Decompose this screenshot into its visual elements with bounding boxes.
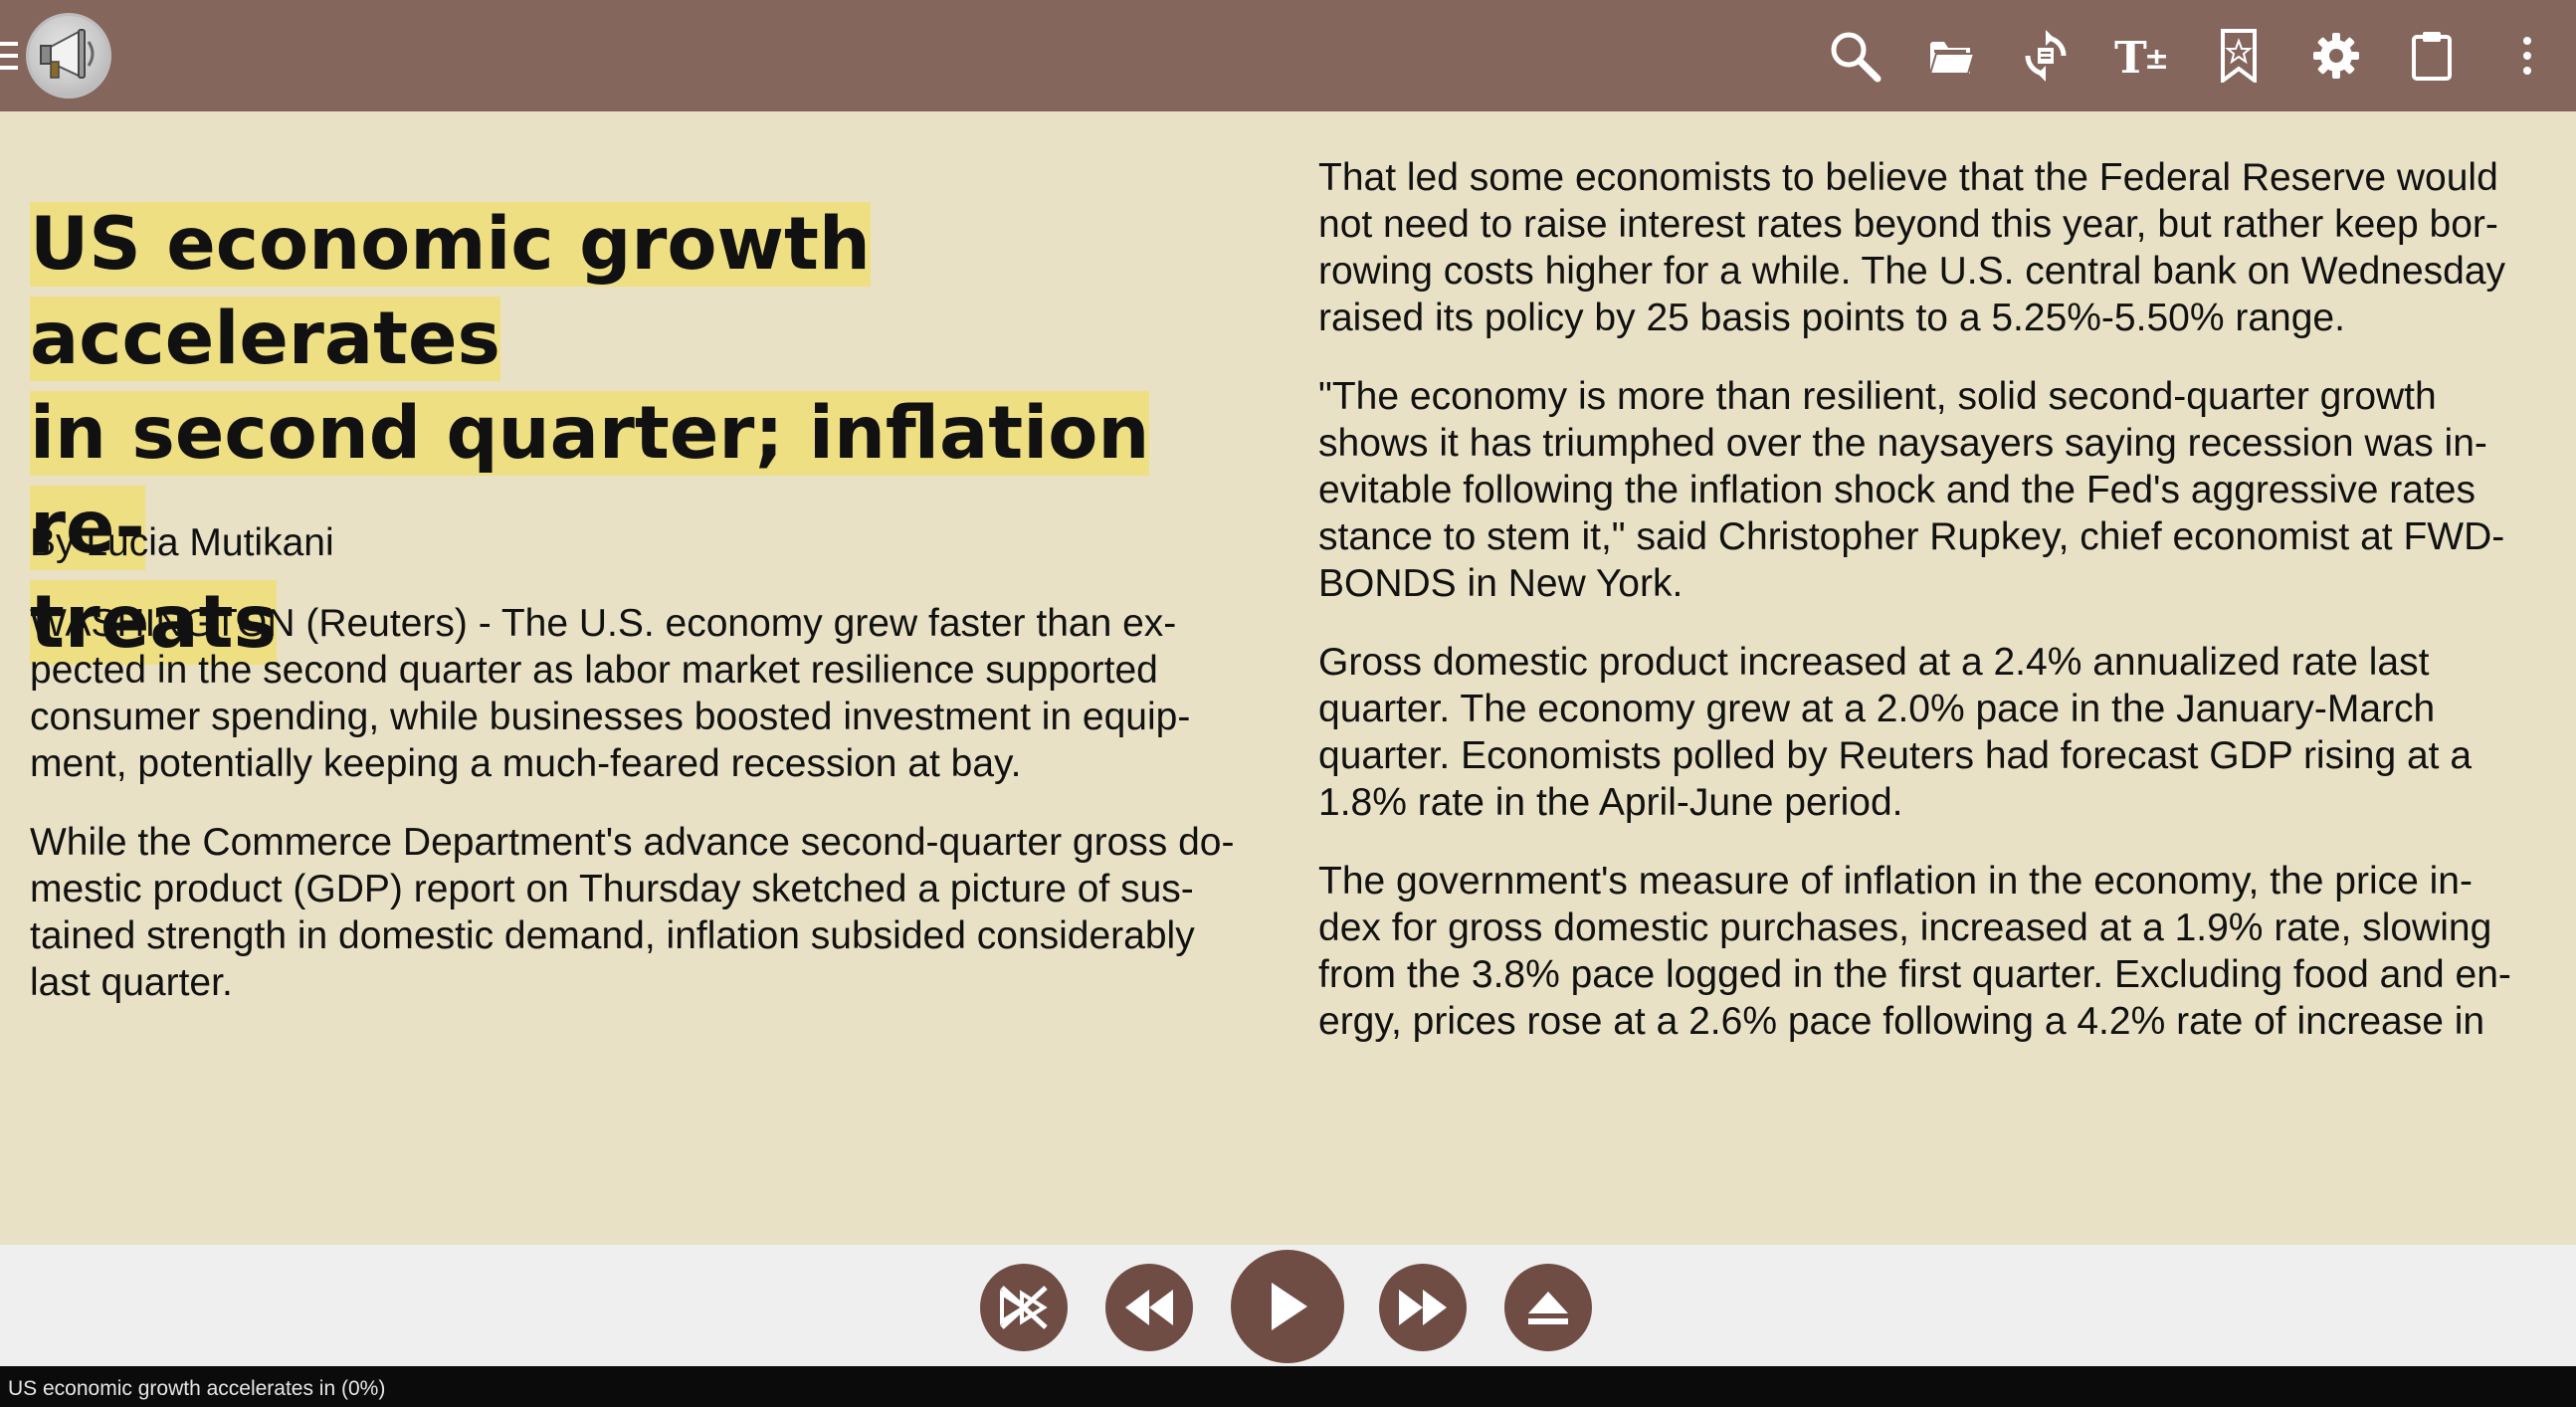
fast-forward-icon[interactable] (1379, 1264, 1467, 1351)
paragraph: The government's measure of inflation in… (1318, 858, 2511, 1045)
text-line: That led some economists to believe that… (1318, 156, 2498, 199)
paragraph: "The economy is more than resilient, sol… (1318, 373, 2504, 607)
text-line: rowing costs higher for a while. The U.S… (1318, 250, 2506, 293)
text-line: dex for gross domestic purchases, increa… (1318, 906, 2492, 949)
svg-text:T: T (2114, 33, 2147, 79)
search-icon[interactable] (1825, 26, 1884, 86)
paragraph: While the Commerce Department's advance … (30, 819, 1235, 1006)
text-line: shows it has triumphed over the naysayer… (1318, 422, 2487, 465)
more-vert-icon[interactable] (2497, 26, 2557, 86)
sync-icon[interactable] (2016, 26, 2076, 86)
text-line: not need to raise interest rates beyond … (1318, 203, 2498, 246)
text-line: 1.8% rate in the April-June period. (1318, 781, 1903, 824)
text-line: Gross domestic product increased at a 2.… (1318, 641, 2430, 684)
text-line: ment, potentially keeping a much-feared … (30, 742, 1022, 785)
text-line: BONDS in New York. (1318, 562, 1684, 605)
text-line: While the Commerce Department's advance … (30, 821, 1235, 864)
title-line: US economic growth accelerates (30, 202, 871, 381)
text-line: tained strength in domestic demand, infl… (30, 914, 1195, 957)
open-folder-icon[interactable] (1920, 26, 1980, 86)
text-line: WASHINGTON (Reuters) - The U.S. economy … (30, 602, 1177, 645)
text-line: quarter. The economy grew at a 2.0% pace… (1318, 688, 2436, 730)
status-text: US economic growth accelerates in (0%) (8, 1377, 386, 1400)
article-title: US economic growth accelerates in second… (30, 197, 1264, 670)
text-line: quarter. Economists polled by Reuters ha… (1318, 734, 2473, 777)
text-line: stance to stem it," said Christopher Rup… (1318, 515, 2505, 558)
menu-icon[interactable] (0, 40, 18, 72)
text-size-icon[interactable]: T ± (2111, 26, 2171, 86)
paragraph: WASHINGTON (Reuters) - The U.S. economy … (30, 600, 1190, 787)
status-bar: US economic growth accelerates in (0%) (0, 1366, 2576, 1407)
text-line: consumer spending, while businesses boos… (30, 696, 1191, 738)
playback-controls (0, 1245, 2576, 1366)
text-line: last quarter. (30, 961, 233, 1004)
paragraph: That led some economists to believe that… (1318, 154, 2505, 341)
text-line: "The economy is more than resilient, sol… (1318, 375, 2437, 418)
text-line: pected in the second quarter as labor ma… (30, 649, 1158, 692)
article-view[interactable]: US economic growth accelerates in second… (0, 111, 2576, 1245)
text-line: from the 3.8% pace logged in the first q… (1318, 953, 2511, 996)
text-line: evitable following the inflation shock a… (1318, 469, 2476, 511)
eject-icon[interactable] (1504, 1264, 1592, 1351)
play-icon[interactable] (1231, 1250, 1344, 1363)
settings-gear-icon[interactable] (2306, 26, 2366, 86)
app-logo-megaphone-icon[interactable] (26, 13, 111, 99)
text-line: mestic product (GDP) report on Thursday … (30, 868, 1194, 910)
top-toolbar: T ± (0, 0, 2576, 111)
bookmark-icon[interactable] (2209, 26, 2269, 86)
svg-text:±: ± (2144, 42, 2168, 77)
text-line: raised its policy by 25 basis points to … (1318, 297, 2345, 339)
rewind-icon[interactable] (1105, 1264, 1193, 1351)
text-line: ergy, prices rose at a 2.6% pace followi… (1318, 1000, 2485, 1043)
article-byline: By Lucia Mutikani (30, 521, 334, 564)
stop-icon[interactable] (980, 1264, 1068, 1351)
clipboard-icon[interactable] (2402, 26, 2462, 86)
text-line: The government's measure of inflation in… (1318, 860, 2473, 903)
paragraph: Gross domestic product increased at a 2.… (1318, 639, 2472, 826)
